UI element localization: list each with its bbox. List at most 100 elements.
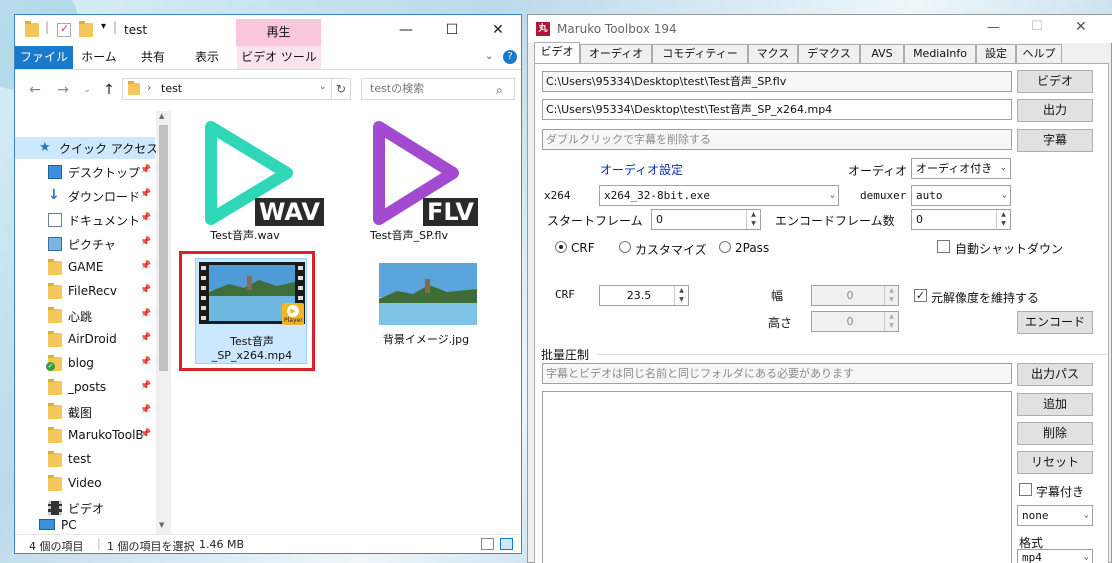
mode-custom-radio[interactable] bbox=[619, 241, 631, 253]
file-item-jpg[interactable]: 背景イメージ.jpg bbox=[367, 259, 485, 394]
subtitle-button[interactable]: 字幕 bbox=[1017, 129, 1093, 152]
auto-shutdown-label[interactable]: 自動シャットダウン bbox=[955, 240, 1063, 257]
nav-item-documents[interactable]: ドキュメント 📌 bbox=[15, 209, 155, 231]
output-path-button[interactable]: 出力パス bbox=[1017, 363, 1093, 386]
nav-item-xintiao[interactable]: 心跳 📌 bbox=[15, 305, 155, 327]
nav-item-posts[interactable]: _posts 📌 bbox=[15, 377, 155, 399]
nav-item-downloads[interactable]: ↓ ダウンロード 📌 bbox=[15, 185, 155, 207]
batch-hint-field[interactable]: 字幕とビデオは同じ名前と同じフォルダにある必要があります bbox=[542, 363, 1012, 384]
add-button[interactable]: 追加 bbox=[1017, 393, 1093, 416]
tab-demux[interactable]: デマクス bbox=[798, 44, 860, 63]
help-icon[interactable]: ? bbox=[503, 50, 517, 64]
subtitle-mode-combo[interactable]: none ⌄ bbox=[1017, 505, 1093, 526]
audio-label: オーディオ bbox=[848, 164, 908, 178]
forward-arrow-icon[interactable]: → bbox=[53, 80, 73, 100]
tab-view[interactable]: 表示 bbox=[187, 46, 227, 69]
demuxer-combo[interactable]: auto ⌄ bbox=[911, 185, 1011, 206]
format-combo[interactable]: mp4 ⌄ bbox=[1017, 549, 1093, 563]
start-frame-spinner[interactable]: 0 ▲ ▼ bbox=[651, 209, 761, 230]
audio-combo[interactable]: オーディオ付き ⌄ bbox=[911, 158, 1011, 179]
file-item-mp4[interactable]: ▶ Player Test音声 _SP_x264.mp4 bbox=[195, 258, 307, 364]
nav-item-filerecv[interactable]: FileRecv 📌 bbox=[15, 281, 155, 303]
file-item-flv[interactable]: FLV Test音声_SP.flv bbox=[345, 115, 478, 250]
nav-item-videos-library[interactable]: ビデオ bbox=[15, 497, 155, 519]
tab-help[interactable]: ヘルプ bbox=[1016, 44, 1062, 63]
tab-mediainfo[interactable]: MediaInfo bbox=[904, 44, 976, 63]
tab-file[interactable]: ファイル bbox=[15, 46, 73, 69]
tab-mux[interactable]: マクス bbox=[748, 44, 798, 63]
mode-crf-radio[interactable] bbox=[555, 241, 567, 253]
x264-combo[interactable]: x264_32-8bit.exe ⌄ bbox=[599, 185, 839, 206]
large-icons-view-icon[interactable] bbox=[500, 538, 513, 550]
close-button[interactable]: ✕ bbox=[475, 15, 521, 45]
tab-commodity[interactable]: コモディティー bbox=[652, 44, 748, 63]
spinner-arrows-icon[interactable]: ▲ ▼ bbox=[746, 210, 760, 229]
tab-avs[interactable]: AVS bbox=[860, 44, 904, 63]
keep-resolution-label[interactable]: 元解像度を維持する bbox=[931, 289, 1039, 306]
mode-2pass-label[interactable]: 2Pass bbox=[735, 241, 769, 255]
nav-item-pictures[interactable]: ピクチャ 📌 bbox=[15, 233, 155, 255]
reset-button[interactable]: リセット bbox=[1017, 451, 1093, 474]
nav-item-airdroid[interactable]: AirDroid 📌 bbox=[15, 329, 155, 351]
tab-share[interactable]: 共有 bbox=[133, 46, 173, 69]
video-button[interactable]: ビデオ bbox=[1017, 70, 1093, 93]
tab-audio[interactable]: オーディオ bbox=[580, 44, 652, 63]
subtitle-field[interactable]: ダブルクリックで字幕を削除する bbox=[542, 129, 1012, 150]
output-button[interactable]: 出力 bbox=[1017, 99, 1093, 122]
explorer-title-bar: | ✓ ▾ | test 再生 — ☐ ✕ bbox=[15, 15, 521, 46]
status-bar: 4 個の項目 | 1 個の項目を選択 1.46 MB bbox=[15, 534, 521, 554]
tab-video[interactable]: ビデオ bbox=[534, 42, 580, 64]
spinner-arrows-icon[interactable]: ▲ ▼ bbox=[674, 286, 688, 305]
recent-chevron-icon[interactable]: ⌄ bbox=[77, 80, 97, 100]
maximize-button[interactable]: ☐ bbox=[429, 15, 475, 45]
breadcrumb[interactable]: test bbox=[161, 82, 182, 95]
crf-spinner[interactable]: 23.5 ▲ ▼ bbox=[599, 285, 689, 306]
nav-item-desktop[interactable]: デスクトップ 📌 bbox=[15, 161, 155, 183]
mode-crf-label[interactable]: CRF bbox=[571, 241, 595, 255]
audio-settings-link[interactable]: オーディオ設定 bbox=[600, 161, 683, 178]
nav-item-screenshots[interactable]: 截图 📌 bbox=[15, 401, 155, 423]
tab-home[interactable]: ホーム bbox=[79, 46, 119, 69]
nav-item-game[interactable]: GAME 📌 bbox=[15, 257, 155, 279]
ribbon-expand-icon[interactable]: ⌄ bbox=[485, 51, 493, 62]
encode-button[interactable]: エンコード bbox=[1017, 311, 1093, 334]
nav-item-video[interactable]: Video bbox=[15, 473, 155, 495]
new-folder-icon[interactable] bbox=[79, 21, 93, 37]
close-button[interactable]: ✕ bbox=[1075, 19, 1087, 35]
customize-qa-icon[interactable]: ▾ bbox=[101, 21, 106, 32]
scroll-up-icon[interactable]: ▲ bbox=[159, 112, 164, 120]
nav-quick-access[interactable]: ★ クイック アクセス bbox=[15, 137, 158, 159]
batch-file-list[interactable] bbox=[542, 391, 1012, 563]
address-bar[interactable]: › test ⌄ bbox=[122, 78, 332, 100]
nav-item-blog[interactable]: ✓ blog 📌 bbox=[15, 353, 155, 375]
tab-settings[interactable]: 設定 bbox=[976, 44, 1016, 63]
address-dropdown-icon[interactable]: ⌄ bbox=[319, 82, 327, 92]
nav-item-pc-label[interactable]: PC bbox=[61, 518, 77, 532]
minimize-button[interactable]: — bbox=[987, 20, 1000, 35]
refresh-button[interactable]: ↻ bbox=[331, 78, 351, 100]
with-subtitle-label[interactable]: 字幕付き bbox=[1036, 483, 1084, 500]
mode-2pass-radio[interactable] bbox=[719, 241, 731, 253]
nav-scroll-thumb[interactable] bbox=[159, 125, 168, 371]
tab-video-tools[interactable]: ビデオ ツール bbox=[237, 46, 321, 69]
file-item-wav[interactable]: WAV Test音声.wav bbox=[181, 115, 324, 250]
minimize-button[interactable]: — bbox=[383, 15, 429, 45]
output-path-field[interactable]: C:\Users\95334\Desktop\test\Test音声_SP_x2… bbox=[542, 99, 1012, 120]
mode-custom-label[interactable]: カスタマイズ bbox=[635, 241, 707, 258]
encode-frames-spinner[interactable]: 0 ▲ ▼ bbox=[911, 209, 1011, 230]
back-arrow-icon[interactable]: ← bbox=[25, 80, 45, 100]
video-path-field[interactable]: C:\Users\95334\Desktop\test\Test音声_SP.fl… bbox=[542, 71, 1012, 92]
scroll-down-icon[interactable]: ▼ bbox=[159, 521, 164, 529]
search-input[interactable]: testの検索 ⌕ bbox=[361, 78, 515, 100]
with-subtitle-checkbox[interactable] bbox=[1019, 483, 1032, 496]
details-view-icon[interactable] bbox=[481, 538, 494, 550]
auto-shutdown-checkbox[interactable] bbox=[937, 240, 950, 253]
nav-scrollbar[interactable]: ▲ ▼ bbox=[156, 111, 171, 534]
keep-resolution-checkbox[interactable]: ✓ bbox=[914, 289, 927, 302]
properties-icon[interactable]: ✓ bbox=[57, 22, 71, 37]
nav-item-test[interactable]: test bbox=[15, 449, 155, 471]
delete-button[interactable]: 削除 bbox=[1017, 422, 1093, 445]
spinner-arrows-icon[interactable]: ▲ ▼ bbox=[996, 210, 1010, 229]
up-arrow-icon[interactable]: ↑ bbox=[99, 80, 119, 100]
nav-item-marukotoolbox[interactable]: MarukoToolB 📌 bbox=[15, 425, 155, 447]
